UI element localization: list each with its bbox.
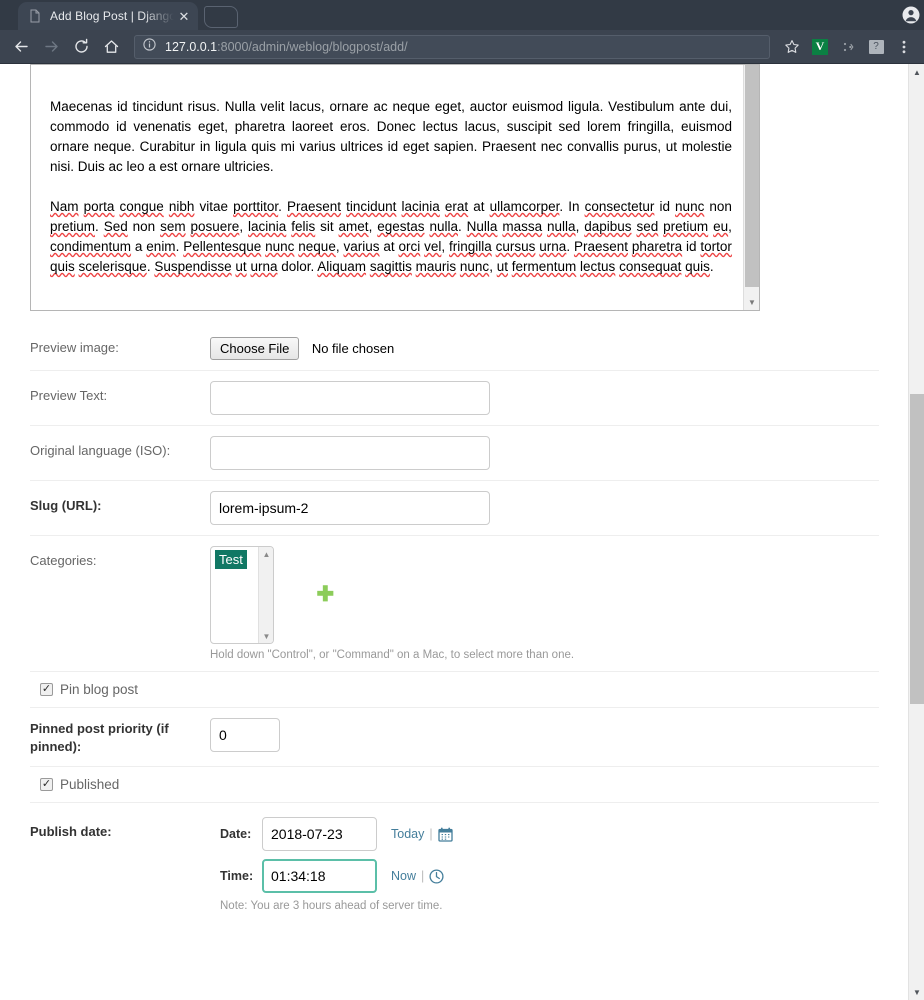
form-row-published: ✓ Published bbox=[30, 767, 879, 803]
preview-image-label: Preview image: bbox=[30, 333, 190, 357]
new-tab-icon[interactable] bbox=[204, 6, 238, 28]
page-viewport: Maecenas id tincidunt risus. Nulla velit… bbox=[0, 64, 924, 1000]
check-icon: ✓ bbox=[42, 779, 51, 790]
back-arrow-icon[interactable] bbox=[8, 34, 34, 60]
browser-tab[interactable]: Add Blog Post | Django si ✕ bbox=[18, 2, 198, 30]
now-link[interactable]: Now bbox=[391, 869, 416, 883]
page-scrollbar[interactable]: ▲ ▼ bbox=[908, 64, 924, 1000]
chevron-up-icon[interactable]: ▲ bbox=[259, 547, 274, 561]
three-dot-menu-icon[interactable] bbox=[892, 35, 916, 59]
published-checkbox[interactable]: ✓ bbox=[40, 778, 53, 791]
reload-icon[interactable] bbox=[68, 34, 94, 60]
chevron-up-icon[interactable]: ▲ bbox=[909, 64, 924, 80]
form-row-categories: Categories: Test ▲ ▼ ✚ Hold down "Contro… bbox=[30, 536, 879, 672]
body-textarea-content: Maecenas id tincidunt risus. Nulla velit… bbox=[31, 64, 744, 297]
file-status-text: No file chosen bbox=[312, 341, 394, 356]
publish-date-row: Date: Today | bbox=[220, 817, 879, 851]
categories-label: Categories: bbox=[30, 546, 190, 570]
add-plus-icon[interactable]: ✚ bbox=[316, 584, 334, 605]
close-icon[interactable]: ✕ bbox=[176, 8, 192, 24]
url-host: 127.0.0.1 bbox=[165, 40, 217, 54]
address-bar-url: 127.0.0.1:8000/admin/weblog/blogpost/add… bbox=[165, 40, 408, 54]
browser-toolbar: 127.0.0.1:8000/admin/weblog/blogpost/add… bbox=[0, 30, 924, 64]
body-paragraph: Maecenas id tincidunt risus. Nulla velit… bbox=[50, 97, 732, 177]
publish-time-input[interactable] bbox=[262, 859, 377, 893]
form-row-original-language: Original language (ISO): bbox=[30, 426, 879, 481]
separator: | bbox=[429, 827, 432, 841]
url-path: :8000/admin/weblog/blogpost/add/ bbox=[217, 40, 407, 54]
choose-file-button[interactable]: Choose File bbox=[210, 337, 299, 360]
page-icon bbox=[28, 9, 42, 23]
publish-date-note: Note: You are 3 hours ahead of server ti… bbox=[220, 900, 879, 912]
slug-label: Slug (URL): bbox=[30, 491, 190, 515]
extension-v-label: V bbox=[812, 39, 828, 55]
body-paragraph: Nam porta congue nibh vitae porttitor. P… bbox=[50, 197, 732, 277]
dotted-circle-icon[interactable] bbox=[836, 35, 860, 59]
chevron-down-icon[interactable]: ▼ bbox=[744, 294, 760, 310]
tab-title: Add Blog Post | Django si bbox=[50, 9, 174, 23]
info-circle-icon[interactable] bbox=[143, 38, 157, 56]
form-row-pinned-priority: Pinned post priority (if pinned): bbox=[30, 708, 879, 767]
chevron-down-icon[interactable]: ▼ bbox=[909, 984, 924, 1000]
publish-date-label: Publish date: bbox=[30, 817, 190, 841]
time-label: Time: bbox=[220, 869, 262, 883]
form-row-preview-text: Preview Text: bbox=[30, 371, 879, 426]
extension-v-icon[interactable]: V bbox=[808, 35, 832, 59]
categories-select[interactable]: Test ▲ ▼ bbox=[210, 546, 274, 644]
form-row-preview-image: Preview image: Choose File No file chose… bbox=[30, 323, 879, 371]
categories-help-text: Hold down "Control", or "Command" on a M… bbox=[210, 649, 879, 661]
form-row-publish-date: Publish date: Date: Today | bbox=[30, 803, 879, 922]
extension-puzzle-label: ? bbox=[869, 40, 884, 54]
tab-strip: Add Blog Post | Django si ✕ bbox=[0, 0, 924, 30]
home-icon[interactable] bbox=[98, 34, 124, 60]
chevron-down-icon[interactable]: ▼ bbox=[259, 629, 274, 643]
publish-date-input[interactable] bbox=[262, 817, 377, 851]
django-admin-page: Maecenas id tincidunt risus. Nulla velit… bbox=[0, 64, 908, 1000]
profile-avatar-icon[interactable] bbox=[898, 2, 924, 28]
publish-time-row: Time: Now | bbox=[220, 859, 879, 893]
star-icon[interactable] bbox=[780, 35, 804, 59]
textarea-scrollbar[interactable]: ▼ bbox=[743, 65, 759, 310]
pin-blog-post-checkbox[interactable]: ✓ bbox=[40, 683, 53, 696]
categories-option-test[interactable]: Test bbox=[215, 550, 247, 569]
body-textarea[interactable]: Maecenas id tincidunt risus. Nulla velit… bbox=[30, 64, 760, 311]
form-row-slug: Slug (URL): bbox=[30, 481, 879, 536]
today-link[interactable]: Today bbox=[391, 827, 424, 841]
forward-arrow-icon bbox=[38, 34, 64, 60]
textarea-scrollbar-thumb[interactable] bbox=[745, 65, 759, 287]
original-language-input[interactable] bbox=[210, 436, 490, 470]
body-paragraph-clipped bbox=[50, 64, 732, 77]
preview-text-input[interactable] bbox=[210, 381, 490, 415]
form-row-pin-blog-post: ✓ Pin blog post bbox=[30, 672, 879, 708]
pinned-priority-label: Pinned post priority (if pinned): bbox=[30, 718, 180, 756]
extension-puzzle-icon[interactable]: ? bbox=[864, 35, 888, 59]
calendar-icon[interactable] bbox=[438, 827, 453, 842]
pinned-priority-input[interactable] bbox=[210, 718, 280, 752]
address-bar[interactable]: 127.0.0.1:8000/admin/weblog/blogpost/add… bbox=[134, 35, 770, 59]
preview-text-label: Preview Text: bbox=[30, 381, 190, 405]
page-scrollbar-thumb[interactable] bbox=[910, 394, 924, 704]
browser-window: Add Blog Post | Django si ✕ 127.0 bbox=[0, 0, 924, 1000]
original-language-label: Original language (ISO): bbox=[30, 436, 190, 460]
date-label: Date: bbox=[220, 827, 262, 841]
check-icon: ✓ bbox=[42, 684, 51, 695]
clock-icon[interactable] bbox=[429, 869, 444, 884]
categories-select-scrollbar[interactable]: ▲ ▼ bbox=[258, 547, 273, 643]
published-label[interactable]: Published bbox=[60, 777, 119, 792]
separator: | bbox=[421, 869, 424, 883]
pin-blog-post-label[interactable]: Pin blog post bbox=[60, 682, 138, 697]
slug-input[interactable] bbox=[210, 491, 490, 525]
